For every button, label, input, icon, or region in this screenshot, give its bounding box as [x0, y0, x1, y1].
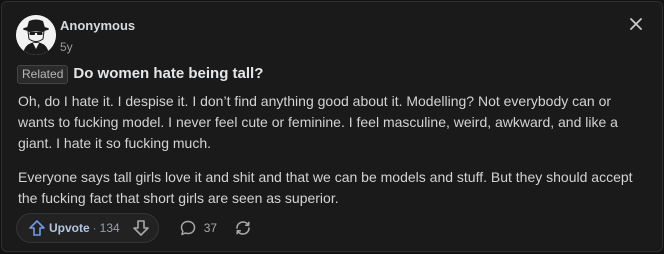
- upvote-count: 134: [99, 221, 120, 235]
- comment-bubble-icon: [180, 220, 195, 236]
- anonymous-avatar-icon: [16, 15, 56, 55]
- downvote-button[interactable]: [132, 219, 150, 237]
- share-icon: [236, 221, 250, 235]
- close-icon: [630, 18, 642, 30]
- upvote-button[interactable]: Upvote · 134: [28, 219, 120, 237]
- body-paragraph-2: Everyone says tall girls love it and shi…: [18, 169, 633, 206]
- upvote-label: Upvote: [49, 221, 90, 235]
- post-header: Anonymous 5y: [16, 15, 135, 55]
- separator-dot: ·: [92, 221, 97, 235]
- title-row: Related Do women hate being tall?: [17, 64, 263, 84]
- author-name[interactable]: Anonymous: [60, 18, 135, 34]
- author-block: Anonymous 5y: [60, 15, 135, 55]
- vote-pill: Upvote · 134: [16, 213, 159, 243]
- comments-count: 37: [203, 221, 218, 235]
- post-age: 5y: [60, 40, 73, 54]
- body-paragraph-1: Oh, do I hate it. I despise it. I don’t …: [18, 93, 618, 151]
- related-tag: Related: [17, 64, 69, 84]
- comments-button[interactable]: 37: [179, 219, 217, 237]
- close-button[interactable]: [628, 16, 644, 32]
- post-title[interactable]: Do women hate being tall?: [73, 64, 263, 84]
- action-bar: Upvote · 134 37: [16, 213, 253, 243]
- upvote-arrow-icon: [29, 220, 45, 236]
- downvote-arrow-icon: [132, 220, 149, 236]
- avatar[interactable]: [16, 15, 56, 55]
- share-button[interactable]: [233, 219, 253, 237]
- post-body: Oh, do I hate it. I despise it. I don’t …: [18, 91, 650, 222]
- answer-card: Anonymous 5y Related Do women hate being…: [1, 1, 663, 252]
